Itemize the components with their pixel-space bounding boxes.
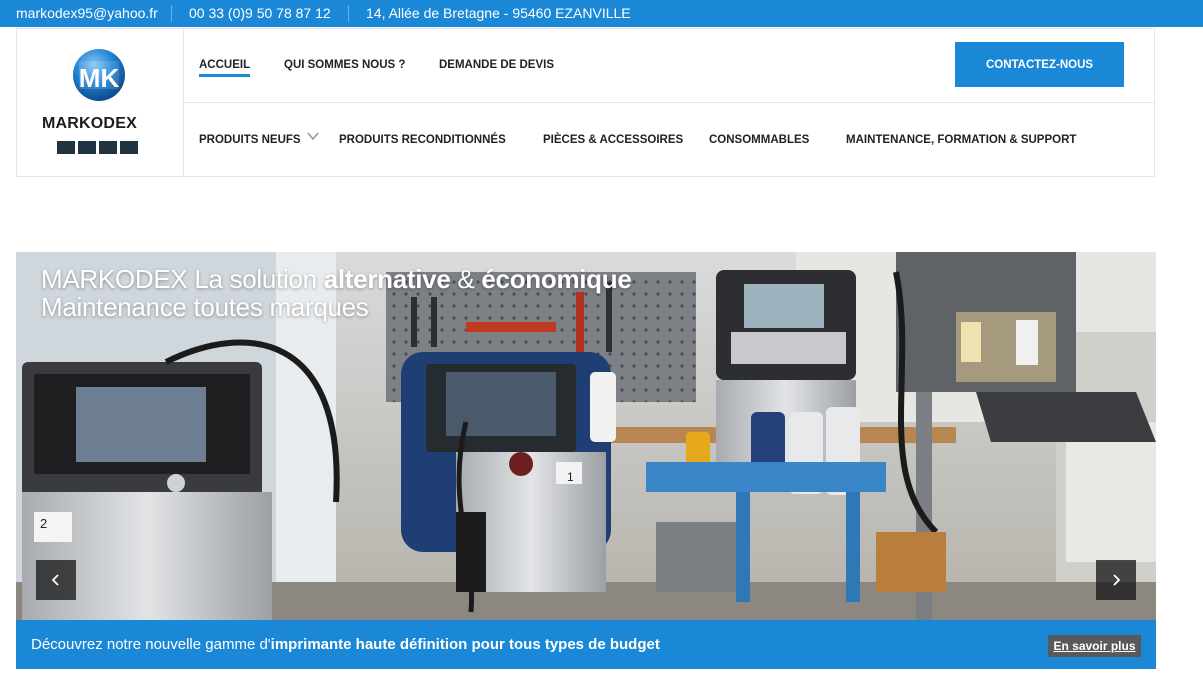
logo-wordmark: MARKODEX xyxy=(42,115,137,132)
logo-block xyxy=(120,141,138,154)
nav-produits-reconditionnes[interactable]: PRODUITS RECONDITIONNÉS xyxy=(339,134,506,146)
logo[interactable]: MK MARKODEX xyxy=(17,29,184,176)
logo-globe-icon: MK xyxy=(73,49,125,101)
nav-accueil[interactable]: ACCUEIL xyxy=(199,59,251,77)
nav-demande-de-devis[interactable]: DEMANDE DE DEVIS xyxy=(439,59,554,71)
email-link[interactable]: markodex95@yahoo.fr xyxy=(16,5,158,21)
hero-slider[interactable]: MARKODEX La solution alternative & écono… xyxy=(16,252,1156,620)
nav-divider xyxy=(183,102,1156,103)
caption-text: Découvrez notre nouvelle gamme d'imprima… xyxy=(31,636,660,653)
nav-qui-sommes-nous[interactable]: QUI SOMMES NOUS ? xyxy=(284,59,405,71)
slider-next-button[interactable] xyxy=(1096,560,1136,600)
separator xyxy=(171,5,172,22)
top-contact-bar: markodex95@yahoo.fr 00 33 (0)9 50 78 87 … xyxy=(0,0,1203,27)
nav-produits-neufs[interactable]: PRODUITS NEUFS xyxy=(199,134,301,146)
nav-maintenance-formation-support[interactable]: MAINTENANCE, FORMATION & SUPPORT xyxy=(846,134,1076,146)
photo-label: 1 xyxy=(567,470,574,484)
photo-label: 2 xyxy=(40,516,48,531)
logo-block xyxy=(78,141,96,154)
slider-prev-button[interactable] xyxy=(36,560,76,600)
contact-button[interactable]: CONTACTEZ-NOUS xyxy=(955,42,1124,87)
separator xyxy=(348,5,349,22)
logo-block xyxy=(57,141,75,154)
svg-text:MK: MK xyxy=(79,63,120,93)
chevron-left-icon xyxy=(51,574,59,586)
chevron-right-icon xyxy=(1113,574,1121,586)
address-text: 14, Allée de Bretagne - 95460 EZANVILLE xyxy=(366,5,631,21)
slide-title-line2: Maintenance toutes marques xyxy=(41,292,369,322)
learn-more-button[interactable]: En savoir plus xyxy=(1048,635,1141,657)
nav-consommables[interactable]: CONSOMMABLES xyxy=(709,134,809,146)
chevron-down-icon[interactable] xyxy=(306,129,320,143)
phone-link[interactable]: 00 33 (0)9 50 78 87 12 xyxy=(189,5,331,21)
nav-pieces-accessoires[interactable]: PIÈCES & ACCESSOIRES xyxy=(543,134,683,146)
slide-title-line1: MARKODEX La solution alternative & écono… xyxy=(41,264,632,294)
logo-block xyxy=(99,141,117,154)
site-header: MK MARKODEX ACCUEIL QUI SOMMES NOUS ? DE… xyxy=(16,28,1156,177)
slider-caption-bar: Découvrez notre nouvelle gamme d'imprima… xyxy=(16,620,1156,669)
